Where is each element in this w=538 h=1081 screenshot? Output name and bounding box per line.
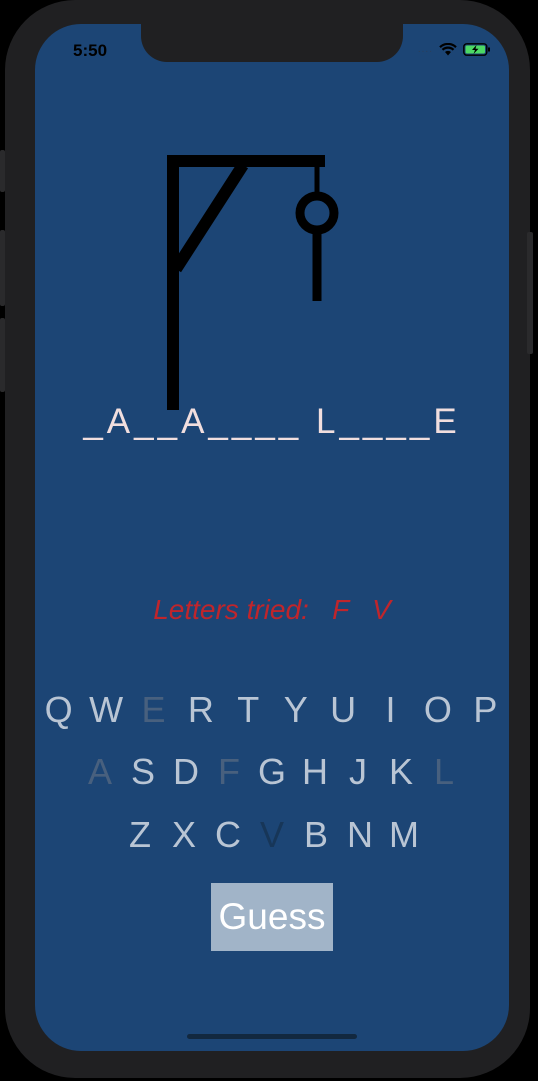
keyboard-row-2: ASDFGHJKL — [35, 751, 509, 793]
key-d[interactable]: D — [165, 751, 208, 793]
key-j[interactable]: J — [337, 751, 380, 793]
key-y[interactable]: Y — [272, 689, 319, 731]
key-w[interactable]: W — [82, 689, 129, 731]
letters-tried-list: F V — [332, 594, 391, 625]
key-h[interactable]: H — [294, 751, 337, 793]
key-o[interactable]: O — [414, 689, 461, 731]
key-l[interactable]: L — [423, 751, 466, 793]
key-z[interactable]: Z — [118, 814, 162, 856]
letters-tried: Letters tried: F V — [35, 594, 509, 626]
key-r[interactable]: R — [177, 689, 224, 731]
key-q[interactable]: Q — [35, 689, 82, 731]
key-k[interactable]: K — [380, 751, 423, 793]
key-t[interactable]: T — [225, 689, 272, 731]
key-v[interactable]: V — [250, 814, 294, 856]
volume-up-button — [0, 230, 5, 306]
key-x[interactable]: X — [162, 814, 206, 856]
key-e[interactable]: E — [130, 689, 177, 731]
key-b[interactable]: B — [294, 814, 338, 856]
key-p[interactable]: P — [462, 689, 509, 731]
home-indicator[interactable] — [187, 1034, 357, 1039]
key-u[interactable]: U — [319, 689, 366, 731]
phone-frame: 5:50 .... _A__A____ L____E Letters tried… — [0, 0, 533, 1078]
keyboard-row-1: QWERTYUIOP — [35, 689, 509, 731]
power-button — [527, 232, 533, 354]
key-m[interactable]: M — [382, 814, 426, 856]
key-n[interactable]: N — [338, 814, 382, 856]
gallows-brace — [170, 161, 249, 273]
app-screen: 5:50 .... _A__A____ L____E Letters tried… — [35, 24, 509, 1051]
key-s[interactable]: S — [122, 751, 165, 793]
gallows-drawing — [167, 155, 339, 410]
keyboard-row-3: ZXCVBNM — [35, 814, 509, 856]
guess-button[interactable]: Guess — [211, 883, 333, 951]
key-g[interactable]: G — [251, 751, 294, 793]
volume-down-button — [0, 318, 5, 392]
silent-switch — [0, 150, 5, 192]
puzzle-word: _A__A____ L____E — [83, 402, 461, 441]
key-a[interactable]: A — [79, 751, 122, 793]
letters-tried-label: Letters tried: — [153, 594, 309, 625]
key-i[interactable]: I — [367, 689, 414, 731]
key-f[interactable]: F — [208, 751, 251, 793]
noose-icon — [295, 191, 339, 235]
key-c[interactable]: C — [206, 814, 250, 856]
